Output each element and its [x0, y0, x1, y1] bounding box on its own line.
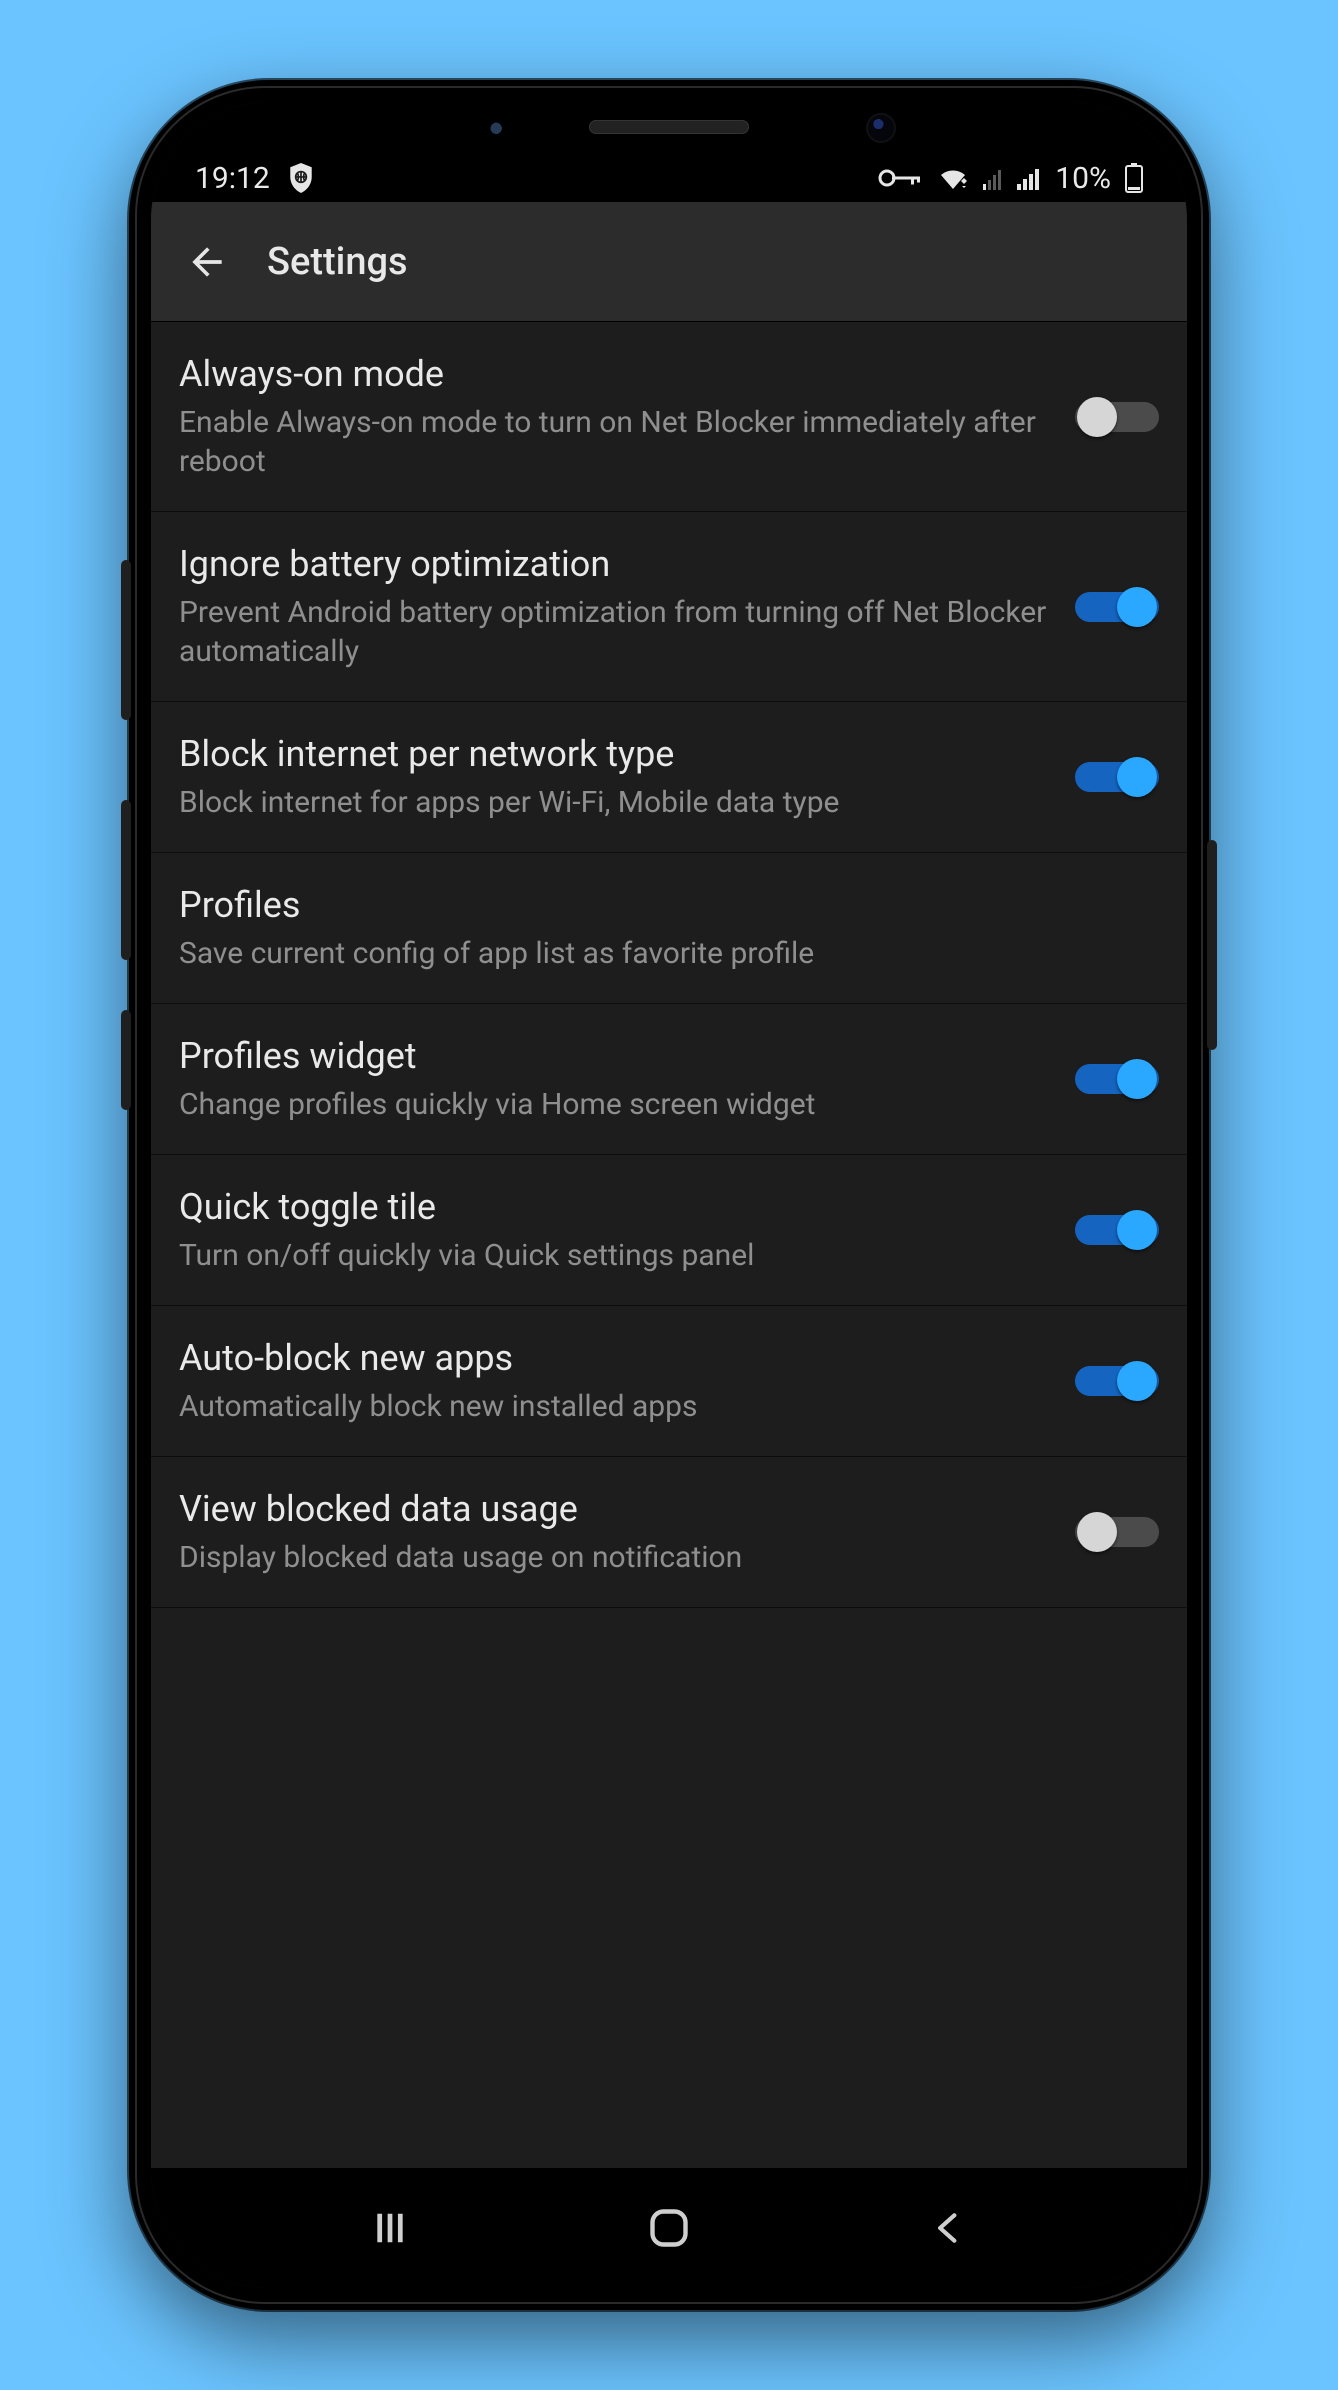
- setting-title: Block internet per network type: [179, 732, 1047, 777]
- status-left: 19:12: [195, 161, 314, 196]
- navigation-bar: [151, 2168, 1187, 2288]
- setting-row-profiles_widget[interactable]: Profiles widget Change profiles quickly v…: [151, 1004, 1187, 1155]
- nav-home-button[interactable]: [639, 2198, 699, 2258]
- setting-text: View blocked data usage Display blocked d…: [179, 1487, 1047, 1577]
- setting-description: Save current config of app list as favor…: [179, 934, 1159, 973]
- setting-title: Ignore battery optimization: [179, 542, 1047, 587]
- setting-text: Auto-block new apps Automatically block n…: [179, 1336, 1047, 1426]
- setting-description: Automatically block new installed apps: [179, 1387, 1047, 1426]
- setting-description: Prevent Android battery optimization fro…: [179, 593, 1047, 671]
- volume-up-button: [121, 560, 131, 720]
- setting-title: Profiles: [179, 883, 1159, 928]
- toggle-profiles_widget[interactable]: [1075, 1057, 1159, 1101]
- battery-icon: [1125, 163, 1143, 193]
- setting-row-auto_block[interactable]: Auto-block new apps Automatically block n…: [151, 1306, 1187, 1457]
- setting-text: Block internet per network type Block int…: [179, 732, 1047, 822]
- screen: 19:12: [151, 102, 1187, 2288]
- setting-text: Ignore battery optimization Prevent Andro…: [179, 542, 1047, 671]
- vpn-key-icon: [877, 166, 923, 190]
- toggle-auto_block[interactable]: [1075, 1359, 1159, 1403]
- nav-back-button[interactable]: [918, 2198, 978, 2258]
- toggle-ignore_battery[interactable]: [1075, 585, 1159, 629]
- power-button: [1207, 840, 1217, 1050]
- setting-text: Profiles Save current config of app list …: [179, 883, 1159, 973]
- setting-title: View blocked data usage: [179, 1487, 1047, 1532]
- recents-icon: [371, 2209, 409, 2247]
- toggle-view_blocked[interactable]: [1075, 1510, 1159, 1554]
- setting-description: Display blocked data usage on notificati…: [179, 1538, 1047, 1577]
- signal-secondary-icon: [983, 166, 1003, 190]
- arrow-back-icon: [185, 240, 229, 284]
- status-bar: 19:12: [151, 102, 1187, 202]
- battery-percent: 10%: [1055, 161, 1111, 196]
- status-right: 10%: [877, 161, 1143, 196]
- bixby-button: [121, 1010, 131, 1110]
- setting-title: Profiles widget: [179, 1034, 1047, 1079]
- setting-description: Turn on/off quickly via Quick settings p…: [179, 1236, 1047, 1275]
- toggle-quick_tile[interactable]: [1075, 1208, 1159, 1252]
- setting-text: Profiles widget Change profiles quickly v…: [179, 1034, 1047, 1124]
- settings-list[interactable]: Always-on mode Enable Always-on mode to t…: [151, 322, 1187, 2168]
- setting-text: Always-on mode Enable Always-on mode to t…: [179, 352, 1047, 481]
- setting-title: Quick toggle tile: [179, 1185, 1047, 1230]
- setting-row-quick_tile[interactable]: Quick toggle tile Turn on/off quickly via…: [151, 1155, 1187, 1306]
- speaker-grille: [589, 120, 749, 134]
- toggle-block_per_net[interactable]: [1075, 755, 1159, 799]
- setting-text: Quick toggle tile Turn on/off quickly via…: [179, 1185, 1047, 1275]
- status-time: 19:12: [195, 161, 270, 196]
- proximity-sensor: [489, 122, 507, 140]
- signal-icon: [1017, 166, 1041, 190]
- setting-description: Change profiles quickly via Home screen …: [179, 1085, 1047, 1124]
- setting-title: Always-on mode: [179, 352, 1047, 397]
- setting-description: Block internet for apps per Wi-Fi, Mobil…: [179, 783, 1047, 822]
- action-bar: Settings: [151, 202, 1187, 322]
- setting-description: Enable Always-on mode to turn on Net Blo…: [179, 403, 1047, 481]
- setting-row-block_per_net[interactable]: Block internet per network type Block int…: [151, 702, 1187, 853]
- setting-row-profiles[interactable]: Profiles Save current config of app list …: [151, 853, 1187, 1004]
- toggle-always_on[interactable]: [1075, 395, 1159, 439]
- shield-icon: [288, 163, 314, 193]
- volume-down-button: [121, 800, 131, 960]
- setting-row-always_on[interactable]: Always-on mode Enable Always-on mode to t…: [151, 322, 1187, 512]
- page-title: Settings: [267, 240, 408, 284]
- wifi-icon: [937, 165, 969, 191]
- front-camera: [868, 115, 894, 141]
- phone-frame: 19:12: [129, 80, 1209, 2310]
- setting-title: Auto-block new apps: [179, 1336, 1047, 1381]
- home-icon: [647, 2206, 691, 2250]
- setting-row-ignore_battery[interactable]: Ignore battery optimization Prevent Andro…: [151, 512, 1187, 702]
- back-button[interactable]: [179, 234, 235, 290]
- nav-recents-button[interactable]: [360, 2198, 420, 2258]
- chevron-left-icon: [929, 2209, 967, 2247]
- setting-row-view_blocked[interactable]: View blocked data usage Display blocked d…: [151, 1457, 1187, 1608]
